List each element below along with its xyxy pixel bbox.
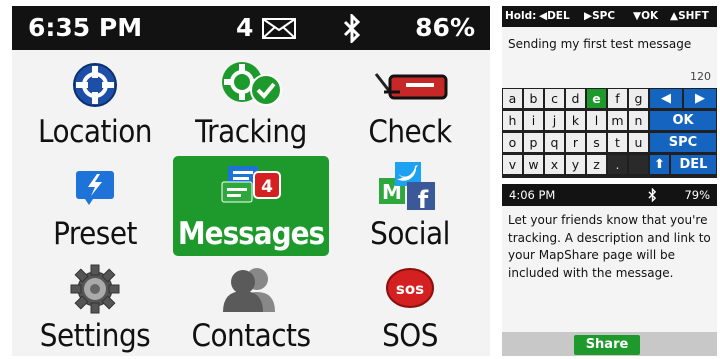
key-f[interactable]: f [608, 89, 627, 108]
key-x[interactable]: x [545, 155, 564, 174]
key-i[interactable]: i [524, 111, 543, 130]
delete-key[interactable]: DEL [671, 155, 716, 174]
key-u[interactable]: u [629, 133, 648, 152]
space-key[interactable]: SPC [650, 133, 716, 152]
key-v[interactable]: v [503, 155, 522, 174]
gear-icon [70, 264, 120, 314]
character-counter: 120 [690, 70, 711, 83]
key-t[interactable]: t [608, 133, 627, 152]
message-text-field[interactable]: Sending my first test message [508, 37, 691, 51]
key-e[interactable]: e [587, 89, 606, 108]
svg-text:f: f [418, 186, 429, 212]
key-m[interactable]: m [608, 111, 627, 130]
status-bar: 6:35 PM 4 86% [12, 6, 490, 50]
social-icon: M f [379, 162, 435, 212]
messages-icon: 4 [221, 166, 281, 203]
location-tile[interactable]: Location [17, 54, 173, 154]
key-n[interactable]: n [629, 111, 648, 130]
sos-icon: sos [386, 268, 434, 308]
hint-ok: ▼OK [633, 10, 659, 22]
key-y[interactable]: y [566, 155, 585, 174]
hint-hold: Hold: [505, 10, 537, 22]
key-a[interactable]: a [503, 89, 522, 108]
key-q[interactable]: q [545, 133, 564, 152]
sos-tile[interactable]: sos SOS [332, 258, 488, 356]
messages-tile[interactable]: 4 Messages [173, 156, 329, 256]
share-tracking-screen: 4:06 PM 79% Let your friends know that y… [502, 184, 717, 356]
tracking-icon [222, 62, 282, 106]
ok-key[interactable]: OK [650, 111, 716, 130]
key-w[interactable]: w [524, 155, 543, 174]
tracking-tile[interactable]: Tracking [173, 54, 329, 154]
key-g[interactable]: g [629, 89, 648, 108]
cursor-left-key[interactable]: ◀ [650, 89, 682, 108]
envelope-icon [262, 18, 296, 39]
bluetooth-icon [343, 14, 361, 43]
preset-lightning-icon [76, 171, 114, 205]
sos-badge: sos [396, 280, 424, 298]
share-description: Let your friends know that you're tracki… [508, 213, 711, 280]
bluetooth-icon [648, 188, 657, 202]
main-menu-screen: 6:35 PM 4 86% Location Tracking Check Pr… [12, 6, 490, 356]
key-s[interactable]: s [587, 133, 606, 152]
key-b[interactable]: b [524, 89, 543, 108]
message-count: 4 [236, 13, 254, 42]
key-r[interactable]: r [566, 133, 585, 152]
location-icon [73, 63, 117, 107]
messages-label: Messages [177, 216, 325, 252]
settings-label: Settings [39, 318, 151, 354]
contacts-label: Contacts [191, 318, 311, 354]
share-status-bar: 4:06 PM 79% [502, 184, 717, 206]
key-k[interactable]: k [566, 111, 585, 130]
check-tile[interactable]: Check [332, 54, 488, 154]
key-c[interactable]: c [545, 89, 564, 108]
social-tile[interactable]: M f Social [332, 156, 488, 256]
contacts-icon [223, 268, 275, 312]
contacts-tile[interactable]: Contacts [173, 258, 329, 356]
tracking-label: Tracking [195, 114, 307, 150]
share-button[interactable]: Share [574, 335, 640, 355]
hint-del: ◀DEL [539, 10, 570, 22]
social-label: Social [370, 216, 450, 252]
key-blank[interactable] [629, 155, 648, 174]
key-z[interactable]: z [587, 155, 606, 174]
share-battery-level: 79% [684, 188, 710, 202]
key-h[interactable]: h [503, 111, 522, 130]
cursor-right-key[interactable]: ▶ [684, 89, 716, 108]
share-action-bar: Share [502, 332, 717, 356]
on-screen-keyboard: a b c d e f g ◀ ▶ h i j k l m n OK o p q… [502, 88, 717, 178]
key-d[interactable]: d [566, 89, 585, 108]
shift-key[interactable]: ⬆ [650, 155, 669, 174]
location-label: Location [38, 114, 152, 150]
key-hint-bar: Hold: ◀DEL ▶SPC ▼OK ▲SHFT [502, 6, 717, 27]
settings-tile[interactable]: Settings [17, 258, 173, 356]
key-period[interactable]: . [608, 155, 627, 174]
check-mailbox-icon [374, 73, 448, 100]
key-o[interactable]: o [503, 133, 522, 152]
hint-spc: ▶SPC [584, 10, 616, 22]
preset-label: Preset [53, 216, 137, 252]
key-l[interactable]: l [587, 111, 606, 130]
key-p[interactable]: p [524, 133, 543, 152]
preset-tile[interactable]: Preset [17, 156, 173, 256]
share-status-time: 4:06 PM [509, 188, 556, 202]
hint-shft: ▲SHFT [670, 10, 709, 22]
check-label: Check [368, 114, 452, 150]
battery-level: 86% [415, 13, 475, 42]
status-time: 6:35 PM [28, 13, 143, 42]
key-j[interactable]: j [545, 111, 564, 130]
messages-badge: 4 [261, 177, 273, 197]
compose-message-screen: Hold: ◀DEL ▶SPC ▼OK ▲SHFT Sending my fir… [502, 6, 717, 178]
sos-label: SOS [382, 318, 438, 354]
